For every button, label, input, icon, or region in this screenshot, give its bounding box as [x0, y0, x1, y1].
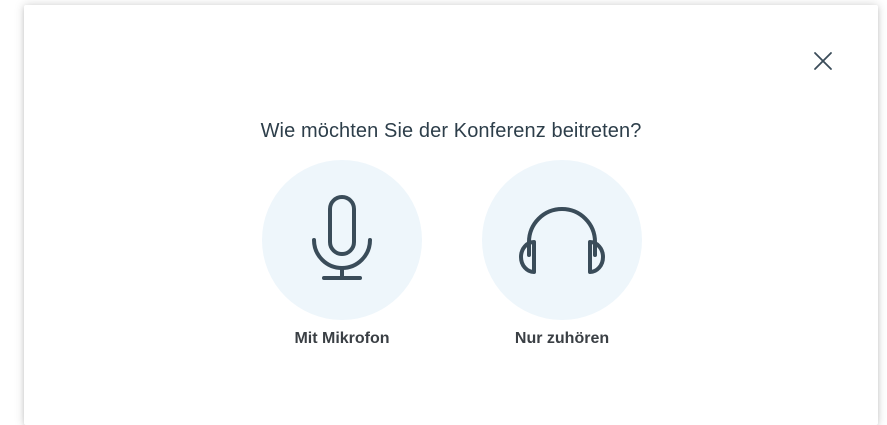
- join-audio-modal: Wie möchten Sie der Konferenz beitreten?…: [24, 5, 878, 425]
- listen-only-button[interactable]: Nur zuhören: [477, 160, 647, 360]
- headphones-icon: [519, 207, 605, 274]
- listen-only-option-label[interactable]: Nur zuhören: [477, 330, 647, 348]
- microphone-icon: [312, 195, 372, 280]
- headphones-circle[interactable]: [482, 160, 642, 320]
- close-button[interactable]: [812, 50, 834, 72]
- page-background: Wie möchten Sie der Konferenz beitreten?…: [0, 0, 887, 425]
- join-with-microphone-button[interactable]: Mit Mikrofon: [257, 160, 427, 360]
- microphone-circle[interactable]: [262, 160, 422, 320]
- microphone-option-label[interactable]: Mit Mikrofon: [257, 330, 427, 348]
- close-icon[interactable]: [812, 50, 834, 72]
- modal-title: Wie möchten Sie der Konferenz beitreten?: [260, 120, 642, 142]
